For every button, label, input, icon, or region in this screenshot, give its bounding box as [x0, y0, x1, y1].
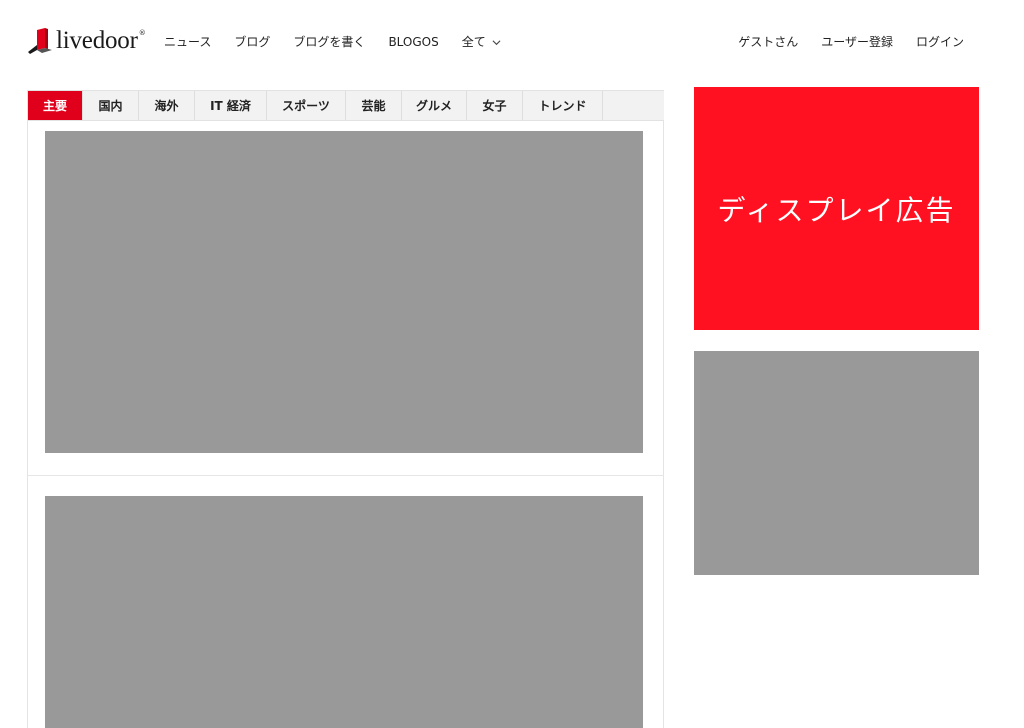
display-ad-label: ディスプレイ広告 — [717, 193, 956, 227]
sidebar-ad-placeholder[interactable] — [694, 351, 979, 575]
site-header: livedoor ® ニュース ブログ ブログを書く BLOGOS 全て ゲスト… — [0, 0, 1024, 84]
main-feed: 主要 国内 海外 IT 経済 スポーツ 芸能 グルメ 女子 トレンド — [27, 90, 664, 728]
livedoor-logo[interactable]: livedoor ® — [28, 26, 146, 56]
nav-link-blog[interactable]: ブログ — [234, 33, 270, 51]
page: livedoor ® ニュース ブログ ブログを書く BLOGOS 全て ゲスト… — [0, 0, 1024, 728]
tab-main[interactable]: 主要 — [28, 91, 83, 120]
register-link[interactable]: ユーザー登録 — [821, 33, 893, 51]
display-ad[interactable]: ディスプレイ広告 — [694, 87, 979, 330]
livedoor-logo-icon — [28, 28, 52, 54]
chevron-down-icon — [492, 39, 501, 45]
logo-registered-mark: ® — [138, 29, 146, 37]
tab-women[interactable]: 女子 — [467, 91, 523, 120]
tab-gourmet[interactable]: グルメ — [402, 91, 467, 120]
nav-link-blogos[interactable]: BLOGOS — [388, 33, 438, 51]
tab-it-economy[interactable]: IT 経済 — [195, 91, 267, 120]
logo-text: livedoor — [56, 27, 138, 54]
guest-user-link[interactable]: ゲストさん — [738, 33, 798, 51]
category-tabs: 主要 国内 海外 IT 経済 スポーツ 芸能 グルメ 女子 トレンド — [28, 90, 664, 121]
tab-domestic[interactable]: 国内 — [83, 91, 139, 120]
top-nav: ニュース ブログ ブログを書く BLOGOS 全て — [164, 33, 524, 51]
login-link[interactable]: ログイン — [916, 33, 964, 51]
tab-world[interactable]: 海外 — [139, 91, 195, 120]
feed-image-placeholder[interactable] — [45, 496, 643, 728]
user-nav: ゲストさん ユーザー登録 ログイン — [715, 33, 964, 51]
nav-link-all-dropdown[interactable]: 全て — [462, 33, 501, 51]
tab-trend[interactable]: トレンド — [523, 91, 603, 120]
nav-link-news[interactable]: ニュース — [164, 33, 211, 51]
nav-link-write-blog[interactable]: ブログを書く — [293, 33, 365, 51]
feed-image-placeholder[interactable] — [45, 131, 643, 453]
nav-link-all-label: 全て — [461, 35, 486, 49]
tab-entertainment[interactable]: 芸能 — [346, 91, 402, 120]
tab-sports[interactable]: スポーツ — [267, 91, 346, 120]
feed-divider — [28, 475, 664, 476]
